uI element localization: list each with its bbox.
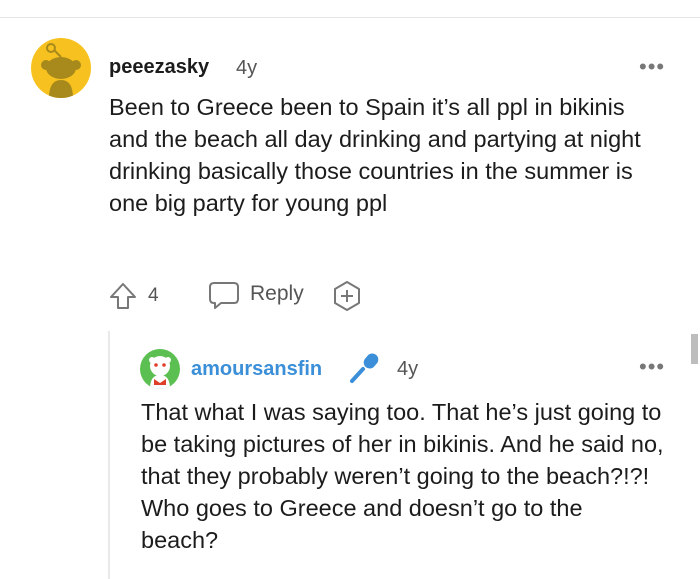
upvote-icon[interactable] bbox=[108, 281, 138, 316]
vote-count: 4 bbox=[148, 285, 159, 306]
microphone-icon bbox=[348, 351, 384, 390]
comment-author[interactable]: peeezasky bbox=[109, 56, 209, 79]
comment-body: That what I was saying too. That he’s ju… bbox=[141, 399, 664, 553]
reply-icon[interactable] bbox=[208, 280, 240, 315]
more-options-icon[interactable]: ••• bbox=[639, 356, 665, 378]
more-options-icon[interactable]: ••• bbox=[639, 56, 665, 78]
scrollbar[interactable] bbox=[691, 334, 698, 364]
snoo-avatar-icon bbox=[149, 356, 171, 389]
reply-button[interactable]: Reply bbox=[250, 282, 304, 306]
comment-body: Been to Greece been to Spain it’s all pp… bbox=[109, 94, 641, 216]
thread-line[interactable] bbox=[108, 331, 110, 579]
snoo-avatar-icon bbox=[41, 43, 81, 98]
award-icon[interactable] bbox=[331, 280, 363, 317]
comment-age: 4y bbox=[236, 57, 258, 79]
comment-author[interactable]: amoursansfin bbox=[191, 358, 322, 381]
avatar[interactable] bbox=[31, 38, 91, 98]
divider bbox=[0, 17, 700, 18]
comment-age: 4y bbox=[397, 358, 419, 380]
avatar[interactable] bbox=[140, 349, 180, 389]
